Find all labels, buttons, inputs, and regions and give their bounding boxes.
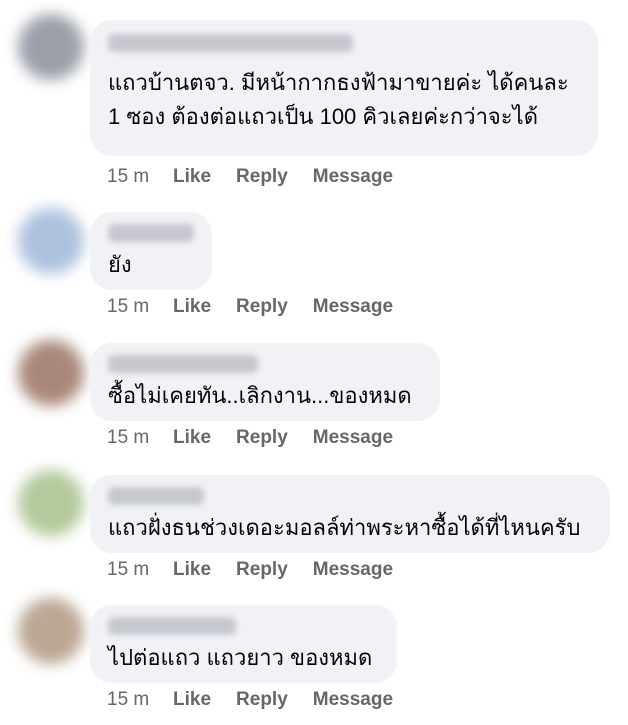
like-button[interactable]: Like [173,296,211,318]
reply-button[interactable]: Reply [236,166,288,188]
comment-text: ไปต่อแถว แถวยาว ของหมด [108,645,373,670]
comment-text: แถวบ้านตจว. มีหน้ากากธงฟ้ามาขายค่ะ ได้คน… [108,70,569,95]
comment-bubble: ซื้อไม่เคยทัน..เลิกงาน...ของหมด [90,343,440,421]
author-name-redacted[interactable] [108,355,258,373]
message-button[interactable]: Message [313,296,393,318]
like-button[interactable]: Like [173,689,211,711]
timestamp: 15 m [107,689,150,710]
author-name-redacted[interactable] [108,617,236,635]
comment-actions: 15 m Like Reply Message [107,163,418,191]
author-name-redacted[interactable] [108,487,204,505]
timestamp: 15 m [107,427,150,448]
avatar[interactable] [18,208,84,274]
like-button[interactable]: Like [173,166,211,188]
avatar[interactable] [18,14,84,80]
message-button[interactable]: Message [313,427,393,449]
comment-text: ยัง [108,252,132,277]
avatar[interactable] [18,340,84,406]
reply-button[interactable]: Reply [236,296,288,318]
reply-button[interactable]: Reply [236,559,288,581]
author-name-redacted[interactable] [108,224,194,242]
message-button[interactable]: Message [313,689,393,711]
message-button[interactable]: Message [313,166,393,188]
comment-text: ซื้อไม่เคยทัน..เลิกงาน...ของหมด [108,383,412,408]
comment-bubble: แถวฝั่งธนช่วงเดอะมอลล์ท่าพระหาซื้อได้ที่… [90,475,610,553]
comment-actions: 15 m Like Reply Message [107,424,418,452]
comment-bubble: แถวบ้านตจว. มีหน้ากากธงฟ้ามาขายค่ะ ได้คน… [90,20,598,156]
comment-text: แถวฝั่งธนช่วงเดอะมอลล์ท่าพระหาซื้อได้ที่… [108,515,581,540]
reply-button[interactable]: Reply [236,689,288,711]
reply-button[interactable]: Reply [236,427,288,449]
comment-actions: 15 m Like Reply Message [107,556,418,584]
timestamp: 15 m [107,296,150,317]
comment-bubble: ไปต่อแถว แถวยาว ของหมด [90,605,397,683]
avatar[interactable] [18,470,84,536]
like-button[interactable]: Like [173,559,211,581]
message-button[interactable]: Message [313,559,393,581]
comment-text: 1 ซอง ต้องต่อแถวเป็น 100 คิวเลยค่ะกว่าจะ… [108,104,538,129]
comment-actions: 15 m Like Reply Message [107,686,418,714]
comment-actions: 15 m Like Reply Message [107,293,418,321]
comment-bubble: ยัง [90,212,212,290]
author-name-redacted[interactable] [108,34,353,52]
timestamp: 15 m [107,559,150,580]
like-button[interactable]: Like [173,427,211,449]
timestamp: 15 m [107,166,150,187]
avatar[interactable] [18,598,84,664]
